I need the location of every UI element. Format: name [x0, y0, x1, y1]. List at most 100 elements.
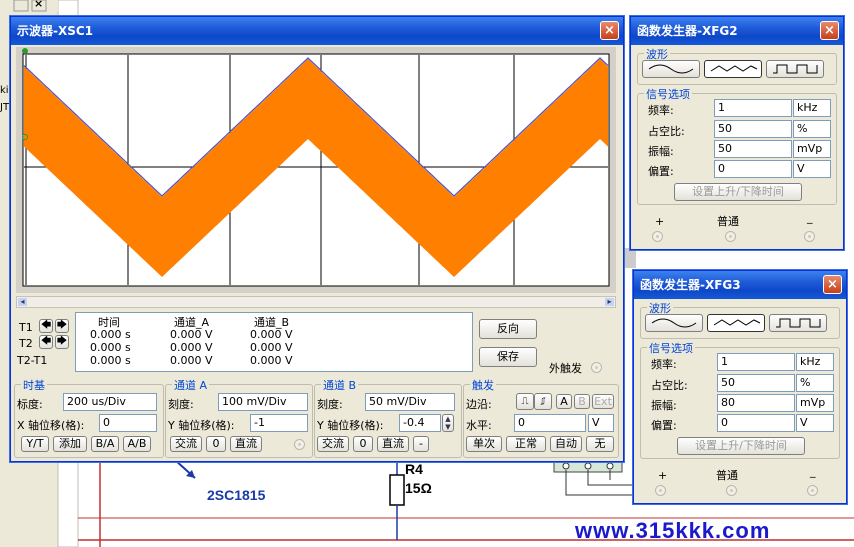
- channel-b-zero-button[interactable]: 0: [353, 436, 373, 452]
- timebase-scale-field[interactable]: 200 us/Div: [63, 393, 157, 411]
- channel-a-dc-button[interactable]: 直流: [230, 436, 262, 452]
- channel-a-zero-button[interactable]: 0: [206, 436, 226, 452]
- fg2-close-button[interactable]: ×: [820, 21, 839, 40]
- channel-b-ypos-field[interactable]: -0.4: [399, 414, 441, 432]
- channel-a-group: 通道 A 刻度: 100 mV/Div Y 轴位移(格): -1 交流 0 直流: [165, 377, 313, 458]
- yt-button[interactable]: Y/T: [21, 436, 49, 452]
- fg2-square-icon[interactable]: [766, 60, 824, 78]
- oscilloscope-close-button[interactable]: ×: [600, 21, 619, 40]
- trigger-source-b-button[interactable]: B: [574, 394, 590, 409]
- t1-left-button[interactable]: 🡄: [39, 319, 53, 333]
- oscilloscope-titlebar[interactable]: 示波器-XSC1 ×: [11, 17, 623, 45]
- falling-edge-icon[interactable]: ⎎: [534, 393, 552, 410]
- fg3-amp-field[interactable]: 80: [717, 394, 795, 412]
- fg2-freq-unit[interactable]: kHz: [793, 99, 831, 117]
- fg2-common-label: 普通: [717, 215, 739, 228]
- fg2-freq-label: 频率:: [648, 104, 674, 117]
- save-button[interactable]: 保存: [479, 347, 537, 367]
- trigger-marker-icon[interactable]: [22, 48, 28, 54]
- add-button[interactable]: 添加: [53, 436, 87, 452]
- fg3-offset-unit[interactable]: V: [796, 414, 834, 432]
- fg3-signal-group: 信号选项 频率: 1 kHz 占空比: 50 % 振幅: 80 mVp 偏置: …: [640, 340, 840, 459]
- t1-right-button[interactable]: 🡆: [55, 319, 69, 333]
- fg3-common-terminal[interactable]: [726, 485, 737, 496]
- trigger-source-a-button[interactable]: A: [556, 394, 572, 409]
- scope-scrollbar[interactable]: ◂ ▸: [16, 296, 616, 308]
- channel-b-scale-field[interactable]: 50 mV/Div: [365, 393, 455, 411]
- fg3-offset-field[interactable]: 0: [717, 414, 795, 432]
- fg3-close-button[interactable]: ×: [823, 275, 842, 294]
- channel-a-ypos-label: Y 轴位移(格):: [168, 419, 235, 432]
- fg3-sine-icon[interactable]: [645, 314, 703, 332]
- channel-a-ypos-field[interactable]: -1: [250, 414, 308, 432]
- fg3-freq-unit[interactable]: kHz: [796, 353, 834, 371]
- fg2-titlebar[interactable]: 函数发生器-XFG2 ×: [631, 17, 843, 45]
- fg3-minus-terminal[interactable]: [807, 485, 818, 496]
- single-button[interactable]: 单次: [466, 436, 502, 452]
- t2-right-button[interactable]: 🡆: [55, 335, 69, 349]
- x-position-label: X 轴位移(格):: [17, 419, 85, 432]
- fg3-duty-field[interactable]: 50: [717, 374, 795, 392]
- fg3-amp-label: 振幅:: [651, 399, 677, 412]
- fg2-common-terminal[interactable]: [725, 231, 736, 242]
- normal-button[interactable]: 正常: [506, 436, 546, 452]
- left-text-1: ki: [0, 85, 9, 96]
- fg2-offset-unit[interactable]: V: [793, 160, 831, 178]
- channel-a-terminal[interactable]: [294, 439, 305, 450]
- fg3-freq-field[interactable]: 1: [717, 353, 795, 371]
- t2-left-button[interactable]: 🡄: [39, 335, 53, 349]
- fg3-square-icon[interactable]: [769, 314, 827, 332]
- channel-b-ypos-spinner[interactable]: ▲ ▼: [442, 414, 454, 432]
- fg2-plus-terminal[interactable]: [652, 231, 663, 242]
- channel-b-ac-button[interactable]: 交流: [317, 436, 349, 452]
- scroll-right-icon[interactable]: ▸: [605, 298, 614, 306]
- fg3-title: 函数发生器-XFG3: [640, 278, 741, 292]
- fg2-duty-field[interactable]: 50: [714, 120, 792, 138]
- reverse-button[interactable]: 反向: [479, 319, 537, 339]
- fg3-plus-terminal[interactable]: [655, 485, 666, 496]
- fg3-triangle-icon[interactable]: [707, 314, 765, 332]
- scroll-left-icon[interactable]: ◂: [18, 298, 27, 306]
- ba-button[interactable]: B/A: [91, 436, 119, 452]
- fg2-signal-group: 信号选项 频率: 1 kHz 占空比: 50 % 振幅: 50 mVp 偏置: …: [637, 86, 837, 205]
- trigger-source-ext-button[interactable]: Ext: [592, 394, 614, 409]
- trigger-level-unit: V: [588, 414, 614, 432]
- fg2-offset-field[interactable]: 0: [714, 160, 792, 178]
- ab-button[interactable]: A/B: [123, 436, 151, 452]
- channel-a-ac-button[interactable]: 交流: [170, 436, 202, 452]
- none-button[interactable]: 无: [586, 436, 614, 452]
- rising-edge-icon[interactable]: ⎍: [516, 393, 534, 410]
- channel-b-dc-button[interactable]: 直流: [377, 436, 409, 452]
- fg3-titlebar[interactable]: 函数发生器-XFG3 ×: [634, 271, 846, 299]
- trigger-level-field[interactable]: 0: [514, 414, 586, 432]
- channel-b-minus-button[interactable]: -: [413, 436, 429, 452]
- fg3-amp-unit[interactable]: mVp: [796, 394, 834, 412]
- fg2-waveform-group: 波形: [637, 46, 837, 85]
- background-close-icon[interactable]: ×: [34, 0, 43, 10]
- fg2-rise-fall-button[interactable]: 设置上升/下降时间: [674, 183, 802, 201]
- ext-trigger-terminal[interactable]: [591, 362, 602, 373]
- fg2-amp-unit[interactable]: mVp: [793, 140, 831, 158]
- fg2-sine-icon[interactable]: [642, 60, 700, 78]
- channel-a-scale-field[interactable]: 100 mV/Div: [218, 393, 308, 411]
- x-position-field[interactable]: 0: [99, 414, 157, 432]
- ext-trigger-label: 外触发: [549, 362, 582, 375]
- scope-screen[interactable]: [16, 47, 616, 293]
- resistor-name: R4: [405, 461, 423, 477]
- fg2-amp-field[interactable]: 50: [714, 140, 792, 158]
- trigger-level-label: 水平:: [466, 419, 492, 432]
- timebase-scale-label: 标度:: [17, 398, 43, 411]
- fg2-freq-field[interactable]: 1: [714, 99, 792, 117]
- fg2-triangle-icon[interactable]: [704, 60, 762, 78]
- timebase-title: 时基: [21, 377, 47, 393]
- fg3-duty-unit: %: [796, 374, 834, 392]
- auto-button[interactable]: 自动: [550, 436, 582, 452]
- t2-chb: 0.000 V: [250, 341, 293, 354]
- t1-time: 0.000 s: [90, 328, 131, 341]
- fg3-freq-label: 频率:: [651, 358, 677, 371]
- fg2-minus-terminal[interactable]: [804, 231, 815, 242]
- fg3-rise-fall-button[interactable]: 设置上升/下降时间: [677, 437, 805, 455]
- fg2-signal-title: 信号选项: [644, 86, 692, 102]
- t2t1-label: T2-T1: [17, 354, 48, 367]
- oscilloscope-title: 示波器-XSC1: [17, 24, 94, 38]
